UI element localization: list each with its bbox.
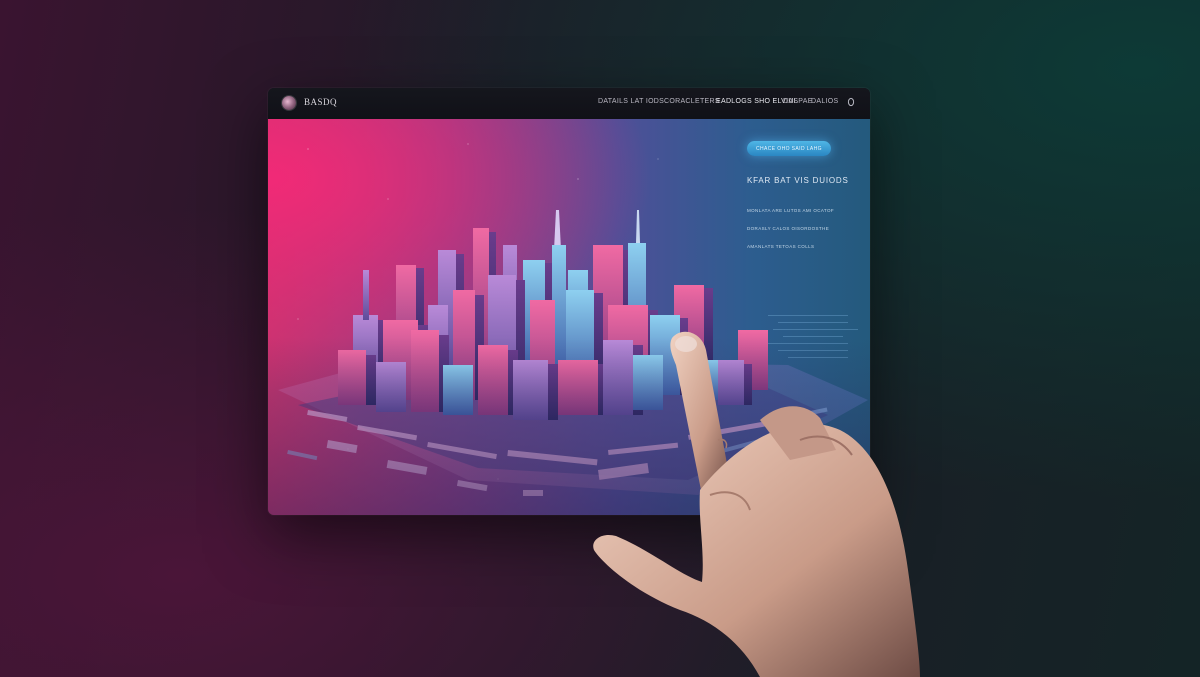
nav-link-1[interactable]: DATAILS LAT IODS bbox=[598, 98, 664, 105]
nav-link-4[interactable]: DASPAE bbox=[783, 98, 813, 105]
hero-headline: KFAR BAT VIS DUIODS bbox=[747, 176, 849, 185]
top-navigation-bar: BASDQ DATAILS LAT IODS CORACLETERS EADLO… bbox=[268, 88, 870, 119]
brand-name[interactable]: BASDQ bbox=[304, 97, 337, 107]
nav-link-2[interactable]: CORACLETERS bbox=[664, 98, 720, 105]
search-icon[interactable] bbox=[847, 97, 855, 107]
circle-logo-icon[interactable] bbox=[282, 96, 296, 110]
hero-body-line-1: MONLATA ARE LUTOS AMI OCATOF bbox=[747, 208, 835, 213]
nav-link-5[interactable]: DALIOS bbox=[811, 98, 838, 105]
hero-body-line-3: AMANLATS TETOAS COLLS bbox=[747, 244, 815, 249]
hero-body-line-2: DORASLY CALOS OISORDOSTHE bbox=[747, 226, 830, 231]
cta-button[interactable]: CHACE OHO SAID LAHG bbox=[747, 141, 831, 156]
pointing-hand bbox=[593, 331, 920, 677]
